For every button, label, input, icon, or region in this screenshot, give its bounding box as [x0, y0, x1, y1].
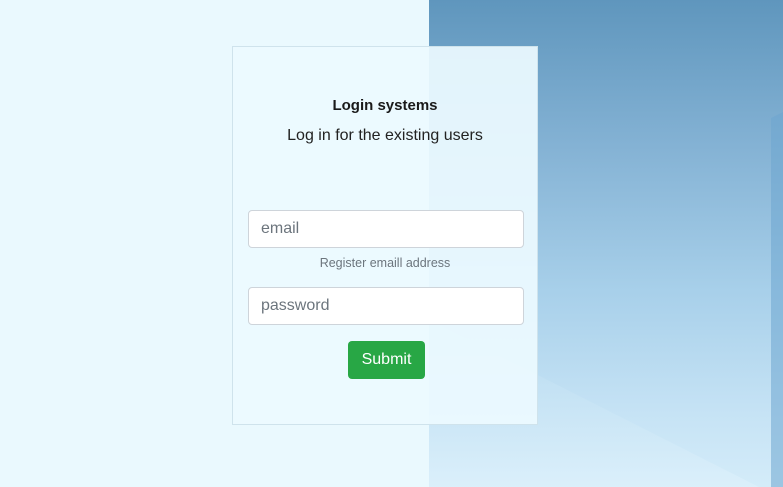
email-input[interactable] — [248, 210, 524, 248]
login-subtitle: Log in for the existing users — [287, 127, 483, 144]
login-card: Login systems Log in for the existing us… — [232, 46, 538, 425]
email-help-text: Register emaill address — [319, 256, 451, 270]
submit-button[interactable]: Submit — [348, 341, 425, 379]
login-title: Login systems — [332, 97, 438, 114]
password-input[interactable] — [248, 287, 524, 325]
